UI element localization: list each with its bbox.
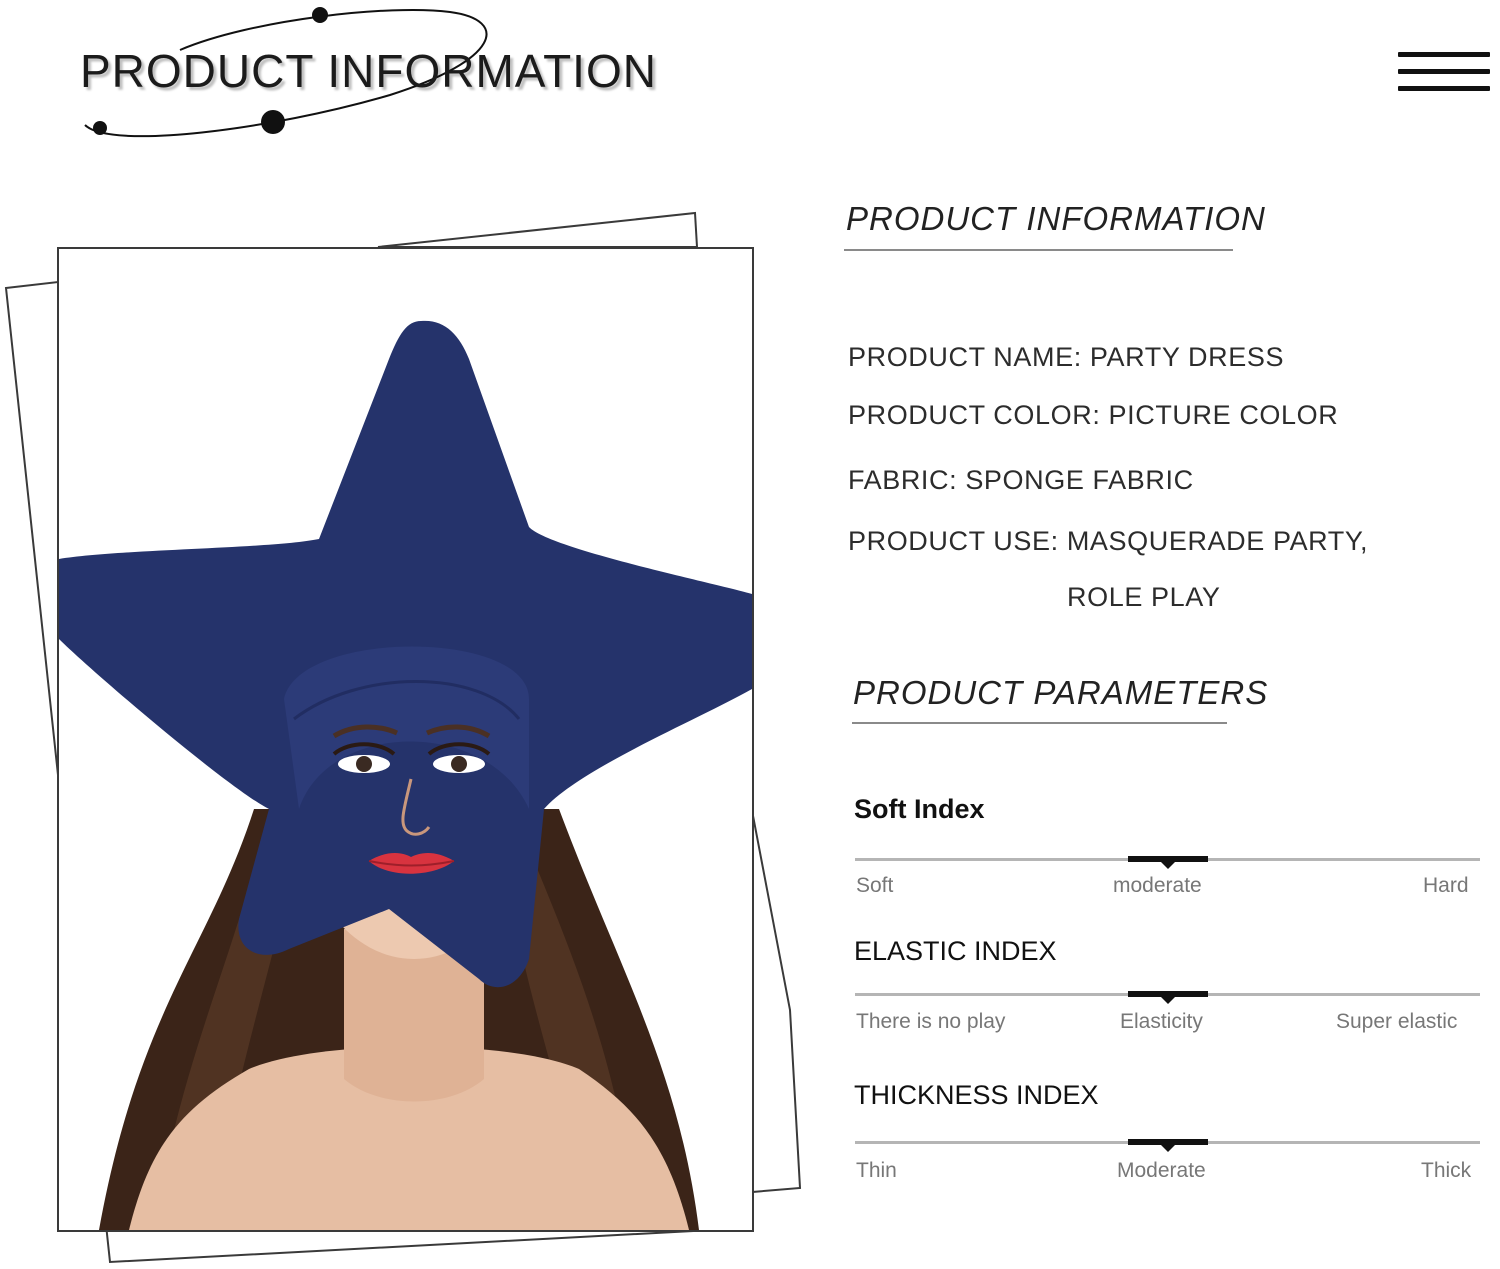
info-title-underline: [844, 249, 1233, 251]
soft-index-min: Soft: [856, 874, 894, 897]
thickness-index-marker: [1128, 1139, 1208, 1152]
thickness-index-max: Thick: [1421, 1159, 1472, 1182]
soft-index-scale: [855, 856, 1480, 869]
soft-index-label: Soft Index: [854, 794, 985, 824]
soft-index-marker: [1128, 856, 1208, 869]
elastic-index-marker: [1128, 991, 1208, 1004]
elastic-index-scale: [855, 991, 1480, 1004]
menu-icon[interactable]: [1398, 52, 1490, 92]
soft-index-mid: moderate: [1113, 874, 1202, 897]
info-product-use: PRODUCT USE: MASQUERADE PARTY,: [848, 526, 1369, 556]
elastic-index-label: ELASTIC INDEX: [854, 936, 1057, 966]
params-title-underline: [852, 722, 1227, 724]
info-section-title: PRODUCT INFORMATION: [846, 200, 1266, 237]
info-product-color: PRODUCT COLOR: PICTURE COLOR: [848, 400, 1339, 430]
model-with-star-hat-illustration: [59, 320, 752, 1230]
info-fabric: FABRIC: SPONGE FABRIC: [848, 465, 1194, 495]
soft-index-max: Hard: [1423, 874, 1469, 897]
elastic-index-mid: Elasticity: [1120, 1010, 1203, 1033]
info-product-name: PRODUCT NAME: PARTY DRESS: [848, 342, 1285, 372]
elastic-index-max: Super elastic: [1336, 1010, 1458, 1033]
thickness-index-scale: [855, 1139, 1480, 1152]
info-product-use-continued: ROLE PLAY: [1067, 582, 1221, 612]
elastic-index-min: There is no play: [856, 1010, 1006, 1033]
thickness-index-label: THICKNESS INDEX: [854, 1080, 1099, 1110]
product-photo: [57, 247, 754, 1232]
thickness-index-min: Thin: [856, 1159, 897, 1182]
thickness-index-mid: Moderate: [1117, 1159, 1206, 1182]
params-section-title: PRODUCT PARAMETERS: [853, 674, 1269, 711]
header-title: PRODUCT INFORMATION: [80, 45, 657, 97]
